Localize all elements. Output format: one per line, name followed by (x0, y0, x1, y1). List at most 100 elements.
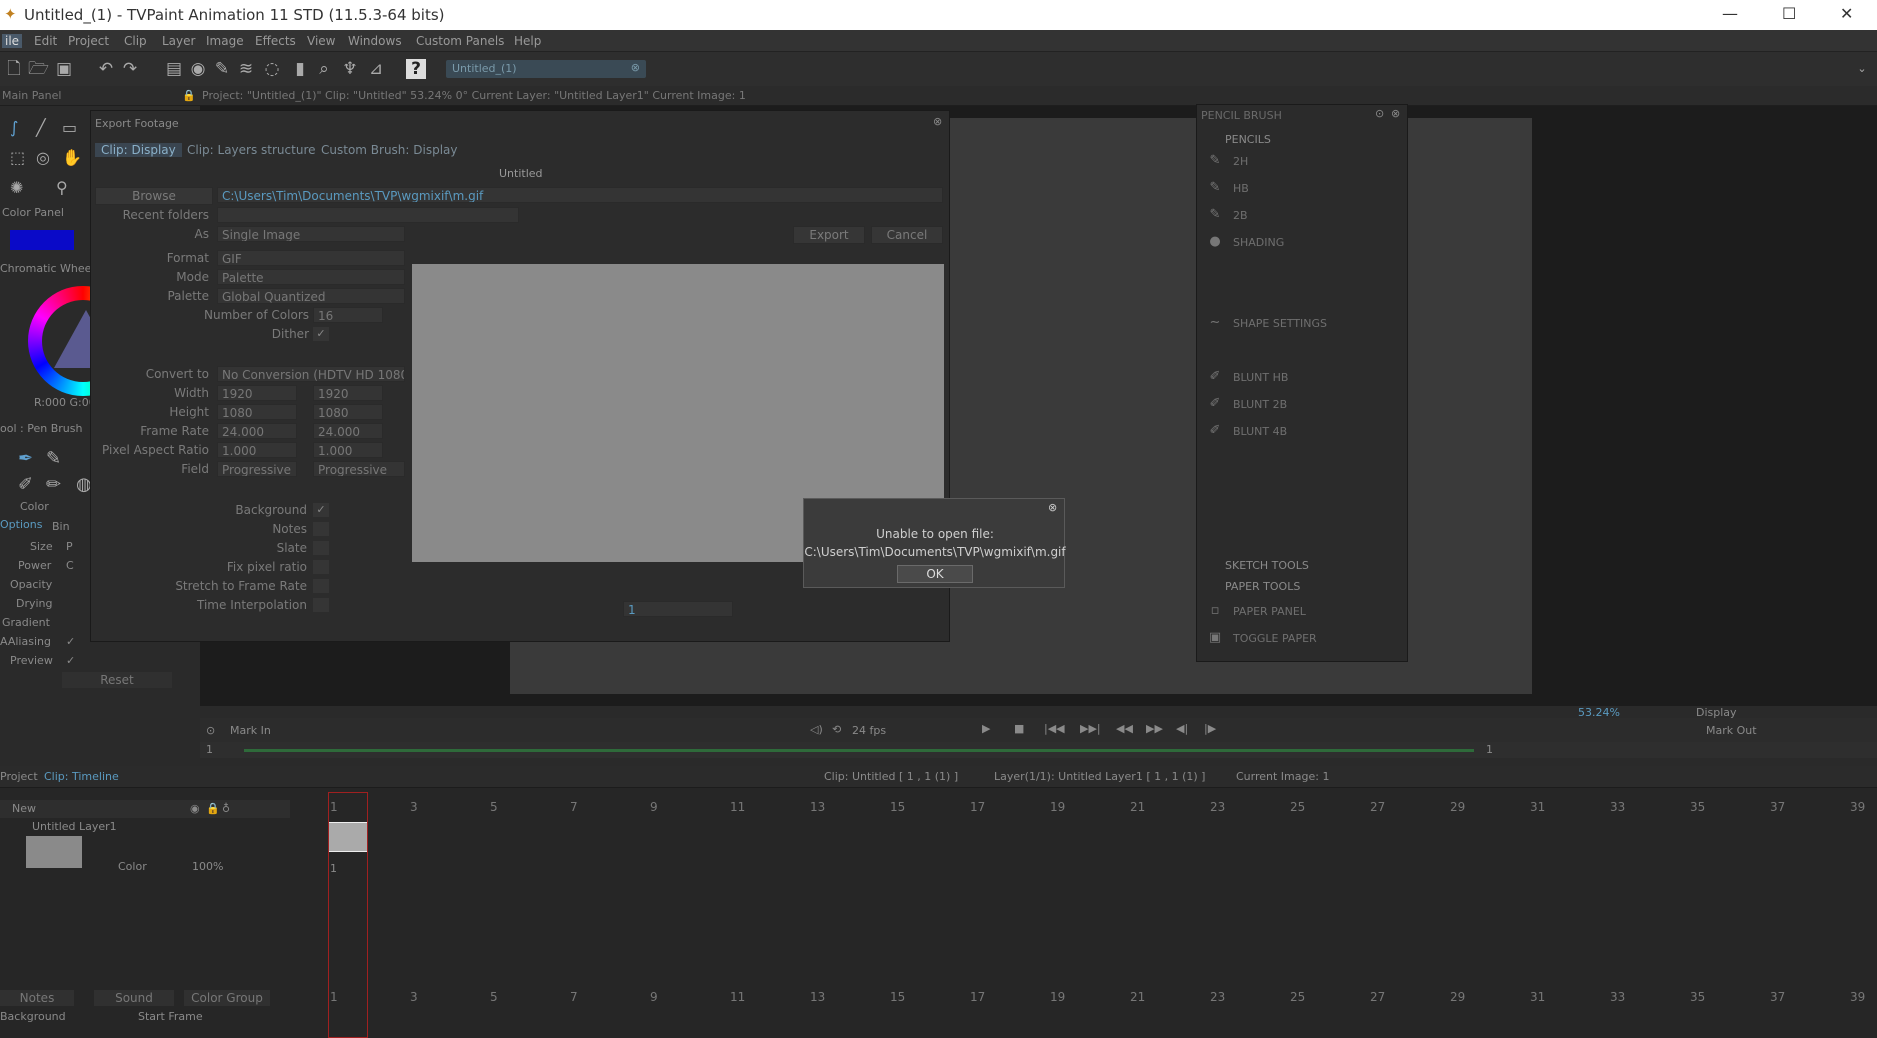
marker-preset-icon[interactable]: ✎ (46, 448, 61, 469)
mark-in-value[interactable]: 1 (206, 743, 213, 756)
par-out-field[interactable]: 1.000 (313, 442, 383, 458)
menu-view[interactable]: View (307, 34, 335, 48)
palette-select[interactable]: Global Quantized (217, 288, 405, 304)
play-button[interactable]: ▶ (982, 722, 990, 735)
freehand-tool-icon[interactable]: ∫ (10, 118, 18, 137)
width-out-field[interactable]: 1920 (313, 385, 383, 401)
zoom-icon[interactable]: ⌕ (314, 59, 334, 79)
puppet-icon[interactable]: ♆ (340, 59, 360, 79)
tab-clip-layers[interactable]: Clip: Layers structure (187, 143, 316, 157)
timeline-ruler-bottom[interactable]: 1 3 5 7 9 11 13 15 17 19 21 23 25 27 29 … (330, 990, 1877, 1006)
loop-icon[interactable]: ⟲ (832, 723, 841, 736)
ncolors-field[interactable]: 16 (313, 307, 383, 323)
zoom-value[interactable]: 53.24% (1578, 706, 1620, 719)
chart-icon[interactable]: ⊿ (366, 59, 386, 79)
width-field[interactable]: 1920 (217, 385, 297, 401)
field-out-select[interactable]: Progressive (313, 461, 405, 477)
blunt-hb-icon[interactable]: ✐ (1207, 369, 1223, 385)
framerate-field[interactable]: 24.000 (217, 423, 297, 439)
pencil-2b-icon[interactable]: ✎ (1207, 207, 1223, 223)
save-icon[interactable]: ▣ (54, 59, 74, 79)
pencil-hb-icon[interactable]: ✎ (1207, 180, 1223, 196)
lock-layer-icon[interactable]: 🔒 (206, 802, 220, 815)
brush-shading[interactable]: SHADING (1233, 236, 1284, 249)
browse-button[interactable]: Browse (95, 187, 213, 205)
options-tab[interactable]: Options (0, 518, 42, 531)
pencil-2h-icon[interactable]: ✎ (1207, 153, 1223, 169)
mark-in-icon[interactable]: ⊙ (206, 724, 215, 737)
frame-field[interactable]: 1 (623, 601, 733, 617)
start-frame-select[interactable]: Start Frame (138, 1010, 203, 1023)
brush-hb[interactable]: HB (1233, 182, 1249, 195)
warp-tool-icon[interactable]: ⚲ (56, 178, 68, 197)
layers-icon[interactable]: ≋ (236, 59, 256, 79)
prev-frame-button[interactable]: ◀| (1176, 722, 1188, 735)
tab-clip-timeline[interactable]: Clip: Timeline (44, 770, 119, 783)
dither-check[interactable]: ✓ (313, 327, 329, 341)
close-tab-icon[interactable]: ⊗ (631, 61, 640, 74)
project-icon[interactable]: ▤ (164, 59, 184, 79)
convert-select[interactable]: No Conversion (HDTV HD 1080p (217, 366, 405, 382)
menu-windows[interactable]: Windows (348, 34, 402, 48)
timeline-ruler-top[interactable]: 1 3 5 7 9 11 13 15 17 19 21 23 25 27 29 … (330, 800, 1877, 816)
new-file-icon[interactable]: 🗋 (4, 59, 24, 79)
dialog-close-icon[interactable]: ⊗ (933, 115, 942, 128)
layer-opacity[interactable]: 100% (192, 860, 223, 873)
brush-2h[interactable]: 2H (1233, 155, 1248, 168)
paper-panel[interactable]: PAPER PANEL (1233, 605, 1306, 618)
par-field[interactable]: 1.000 (217, 442, 297, 458)
shape-settings[interactable]: SHAPE SETTINGS (1233, 317, 1327, 330)
layer-name[interactable]: Untitled Layer1 (32, 820, 117, 833)
opt-aaliasing-check[interactable]: ✓ (66, 635, 75, 648)
reset-button[interactable]: Reset (62, 672, 172, 688)
line-tool-icon[interactable]: ╱ (36, 118, 46, 137)
airbrush-preset-icon[interactable]: ✐ (18, 474, 33, 495)
mark-range-bar[interactable]: 1 1 (200, 742, 1877, 758)
menu-layer[interactable]: Layer (162, 34, 195, 48)
sound-button[interactable]: Sound (94, 990, 174, 1006)
shading-icon[interactable]: ● (1207, 234, 1223, 250)
background-select[interactable]: Background (0, 1010, 66, 1023)
project-tab[interactable]: Untitled_(1) ⊗ (446, 60, 646, 78)
interp-check[interactable] (313, 598, 329, 612)
error-close-icon[interactable]: ⊗ (1048, 501, 1057, 514)
sketch-tools-section[interactable]: SKETCH TOOLS (1225, 559, 1309, 572)
format-select[interactable]: GIF (217, 250, 405, 266)
fps-select[interactable]: 24 fps (852, 724, 886, 737)
blunt-2b[interactable]: BLUNT 2B (1233, 398, 1287, 411)
fixpix-check[interactable] (313, 560, 329, 574)
layer-thumbnail[interactable] (26, 836, 82, 868)
brush-icon[interactable]: ✎ (212, 59, 232, 79)
notes-button[interactable]: Notes (0, 990, 74, 1006)
next-frame-button[interactable]: |▶ (1204, 722, 1216, 735)
menu-help[interactable]: Help (514, 34, 541, 48)
panel-close-icon[interactable]: ⊗ (1391, 107, 1400, 120)
menu-image[interactable]: Image (206, 34, 244, 48)
brush-2b[interactable]: 2B (1233, 209, 1248, 222)
opt-size-value[interactable]: P (66, 540, 73, 553)
notes-check[interactable] (313, 522, 329, 536)
path-field[interactable]: C:\Users\Tim\Documents\TVP\wgmixif\m.gif (217, 187, 943, 203)
maximize-button[interactable]: ☐ (1782, 4, 1796, 23)
range-track[interactable] (244, 749, 1474, 752)
new-layer-select[interactable]: New (12, 802, 36, 815)
blunt-4b[interactable]: BLUNT 4B (1233, 425, 1287, 438)
tab-clip-display[interactable]: Clip: Display (95, 143, 182, 157)
help-icon[interactable]: ? (406, 59, 426, 79)
dropdown-icon[interactable]: ⌄ (1852, 59, 1872, 79)
height-out-field[interactable]: 1080 (313, 404, 383, 420)
lasso-tool-icon[interactable]: ◎ (36, 148, 50, 167)
redo-icon[interactable]: ↷ (120, 59, 140, 79)
background-check[interactable]: ✓ (313, 503, 329, 517)
last-frame-button[interactable]: ▶▶| (1080, 722, 1101, 735)
prev-key-button[interactable]: ◀◀ (1116, 722, 1133, 735)
light-icon[interactable]: ◌ (262, 59, 282, 79)
next-key-button[interactable]: ▶▶ (1146, 722, 1163, 735)
volume-icon[interactable]: ◁) (810, 723, 823, 736)
menu-effects[interactable]: Effects (255, 34, 296, 48)
paper-panel-icon[interactable]: ▫ (1207, 603, 1223, 619)
toggle-paper[interactable]: TOGGLE PAPER (1233, 632, 1317, 645)
field-select[interactable]: Progressive (217, 461, 297, 477)
display-select[interactable]: Display (1696, 706, 1737, 719)
blunt-4b-icon[interactable]: ✐ (1207, 423, 1223, 439)
